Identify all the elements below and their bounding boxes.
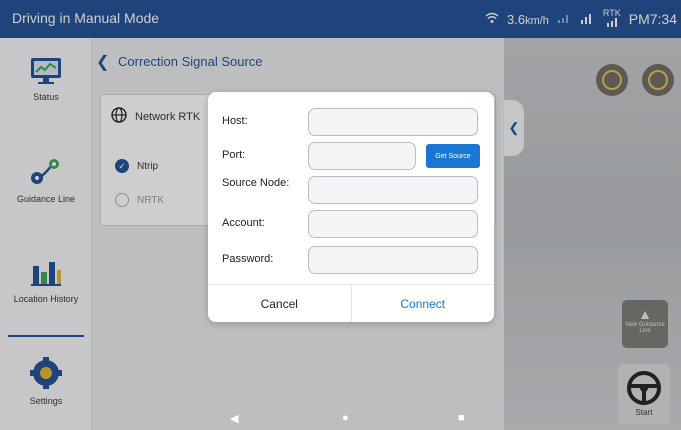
account-label: Account: bbox=[222, 217, 265, 229]
connect-button[interactable]: Connect bbox=[351, 285, 494, 322]
cancel-button[interactable]: Cancel bbox=[208, 285, 352, 322]
source-node-label: Source Node: bbox=[222, 177, 290, 189]
ntrip-connection-dialog: Host: Port: Get Source Source Node: Acco… bbox=[208, 92, 494, 322]
nav-home-icon[interactable]: ● bbox=[342, 412, 349, 424]
nav-back-icon[interactable]: ◀ bbox=[230, 412, 238, 425]
password-label: Password: bbox=[222, 253, 274, 265]
source-node-input[interactable] bbox=[308, 176, 478, 204]
port-input[interactable] bbox=[308, 142, 416, 170]
dialog-actions: Cancel Connect bbox=[208, 284, 494, 322]
get-source-button[interactable]: Get Source bbox=[426, 144, 480, 168]
password-row: Password: bbox=[222, 246, 482, 276]
host-label: Host: bbox=[222, 115, 248, 127]
port-row: Port: Get Source bbox=[222, 142, 482, 172]
host-row: Host: bbox=[222, 108, 482, 138]
system-nav-bar: ◀ ● ■ bbox=[92, 408, 681, 430]
host-input[interactable] bbox=[308, 108, 478, 136]
source-node-row: Source Node: bbox=[222, 176, 482, 206]
port-label: Port: bbox=[222, 149, 246, 161]
nav-recents-icon[interactable]: ■ bbox=[458, 412, 465, 424]
account-input[interactable] bbox=[308, 210, 478, 238]
account-row: Account: bbox=[222, 210, 482, 240]
password-input[interactable] bbox=[308, 246, 478, 274]
